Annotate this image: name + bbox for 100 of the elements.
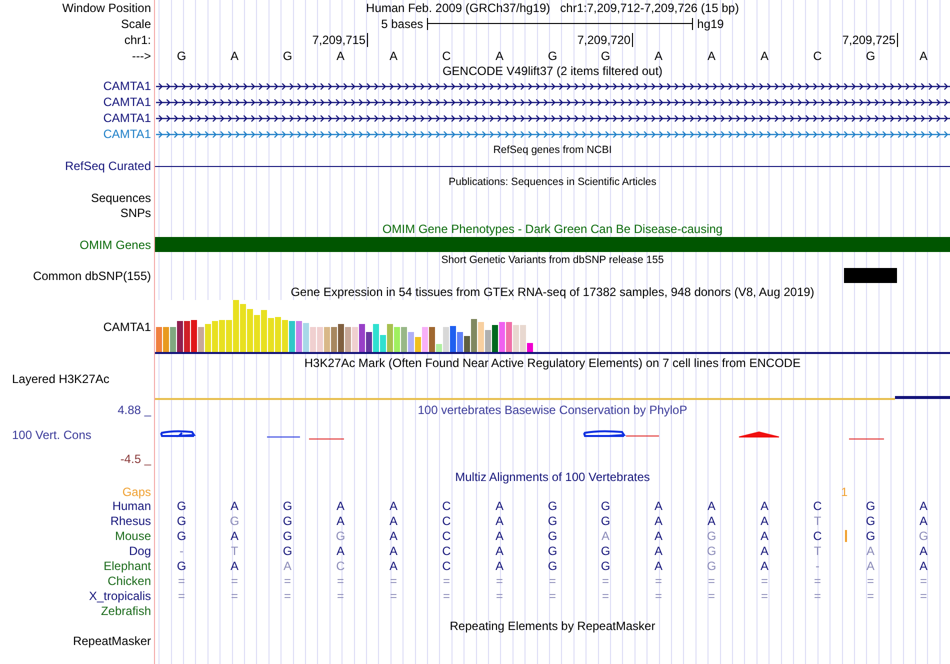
species-label[interactable]: Zebrafish — [100, 604, 151, 618]
gene-label[interactable]: CAMTA1 — [103, 95, 151, 109]
track-title: Repeating Elements by RepeatMasker — [450, 619, 656, 633]
alignment-base: A — [389, 514, 398, 528]
alignment-base: A — [654, 544, 662, 558]
track-title: OMIM Gene Phenotypes - Dark Green Can Be Disease-causing — [382, 222, 723, 236]
alignment-base: A — [283, 558, 292, 572]
species-label[interactable]: X_tropicalis — [88, 588, 151, 602]
alignment-base: = — [654, 574, 662, 588]
track-label[interactable]: Layered H3K27Ac — [12, 372, 110, 386]
species-label[interactable]: Human — [112, 498, 151, 512]
alignment-base: A — [495, 498, 504, 512]
alignment-base: A — [495, 558, 504, 572]
base-letter: A — [230, 49, 238, 63]
alignment-base: G — [176, 558, 186, 572]
alignment-base: A — [919, 558, 928, 572]
alignment-base: T — [814, 514, 822, 528]
alignment-base: A — [389, 498, 398, 512]
alignment-base: G — [600, 544, 610, 558]
alignment-base: = — [708, 588, 715, 602]
species-label[interactable]: Rhesus — [110, 514, 151, 528]
track-label[interactable]: 100 Vert. Cons — [12, 428, 92, 442]
alignment-base: = — [602, 588, 609, 602]
track-label[interactable]: Common dbSNP(155) — [32, 268, 151, 282]
base-letter: G — [600, 49, 610, 63]
base-letter: G — [282, 49, 292, 63]
species-label[interactable]: Dog — [128, 544, 151, 558]
alignment-base: A — [230, 558, 238, 572]
transcript-line[interactable] — [156, 96, 950, 108]
base-letter: A — [336, 49, 344, 63]
base-letter: A — [707, 49, 716, 63]
species-label[interactable]: Elephant — [104, 558, 151, 572]
species-label[interactable]: Mouse — [114, 528, 151, 542]
alignment-base: = — [496, 588, 503, 602]
alignment-base: = — [230, 574, 238, 588]
alignment-base: A — [760, 514, 768, 528]
track-title: Multiz Alignments of 100 Vertebrates — [455, 470, 650, 484]
track-label[interactable]: RepeatMasker — [72, 634, 151, 648]
alignment-base: T — [814, 544, 822, 558]
alignment-base: A — [336, 514, 344, 528]
alignment-base: = — [178, 574, 185, 588]
track-title: RefSeq genes from NCBI — [493, 144, 612, 156]
alignment-base: G — [282, 544, 292, 558]
track-label[interactable]: Window Position — [62, 1, 151, 15]
alignment-base: A — [919, 544, 928, 558]
base-letter: C — [442, 49, 451, 63]
alignment-base: A — [707, 514, 716, 528]
alignment-base: A — [654, 514, 662, 528]
alignment-base: A — [760, 558, 768, 572]
alignment-base: G — [282, 514, 292, 528]
alignment-base: = — [284, 588, 291, 602]
track-label[interactable]: RefSeq Curated — [64, 159, 151, 173]
alignment-base: G — [548, 528, 558, 542]
alignment-base: = — [442, 588, 450, 602]
alignment-base: C — [442, 558, 451, 572]
alignment-base: G — [600, 498, 610, 512]
track-label[interactable]: Scale — [120, 17, 151, 31]
gene-label[interactable]: CAMTA1 — [103, 79, 151, 93]
ruler-tick: 7,209,715 — [312, 33, 368, 47]
alignment-base: A — [601, 528, 610, 542]
alignment-base: = — [390, 574, 397, 588]
track-label[interactable]: CAMTA1 — [103, 320, 151, 334]
alignment-base: = — [920, 588, 927, 602]
alignment-base: G — [706, 528, 716, 542]
alignment-base: C — [813, 528, 822, 542]
alignment-base: = — [336, 574, 344, 588]
track-title: H3K27Ac Mark (Often Found Near Active Regulatory Elements) on 7 cell lines from ENCODE — [304, 356, 801, 370]
alignment-base: A — [336, 544, 344, 558]
alignment-base: A — [654, 558, 662, 572]
species-label[interactable]: Chicken — [108, 574, 151, 588]
transcript-line[interactable] — [156, 112, 950, 124]
track-label[interactable]: Sequences — [90, 190, 151, 204]
alignment-base: G — [176, 528, 186, 542]
gene-label[interactable]: CAMTA1 — [103, 127, 151, 141]
alignment-base: A — [495, 514, 504, 528]
alignment-base: = — [496, 574, 503, 588]
alignment-base: G — [282, 498, 292, 512]
track-title: 100 vertebrates Basewise Conservation by PhyloP — [418, 403, 688, 417]
base-letter: G — [176, 49, 186, 63]
track-label[interactable]: chr1: — [124, 33, 151, 47]
alignment-base: G — [706, 544, 716, 558]
track-label[interactable]: ---> — [132, 49, 151, 63]
track-label[interactable]: OMIM Genes — [80, 238, 151, 252]
scale-length: 5 bases — [381, 17, 424, 31]
expression-chart[interactable] — [155, 300, 535, 352]
gap-count: 1 — [841, 485, 848, 499]
alignment-base: A — [707, 498, 716, 512]
track-label[interactable]: SNPs — [120, 206, 151, 220]
alignment-base: = — [336, 588, 344, 602]
transcript-line[interactable] — [156, 80, 950, 92]
alignment-base: C — [442, 514, 451, 528]
alignment-base: = — [708, 574, 715, 588]
alignment-base: = — [654, 588, 662, 602]
alignment-base: A — [389, 558, 398, 572]
base-letter: A — [495, 49, 504, 63]
gene-label[interactable]: CAMTA1 — [103, 111, 151, 125]
alignment-base: A — [866, 544, 874, 558]
alignment-base: A — [919, 514, 928, 528]
alignment-base: G — [600, 514, 610, 528]
alignment-base: A — [760, 544, 768, 558]
